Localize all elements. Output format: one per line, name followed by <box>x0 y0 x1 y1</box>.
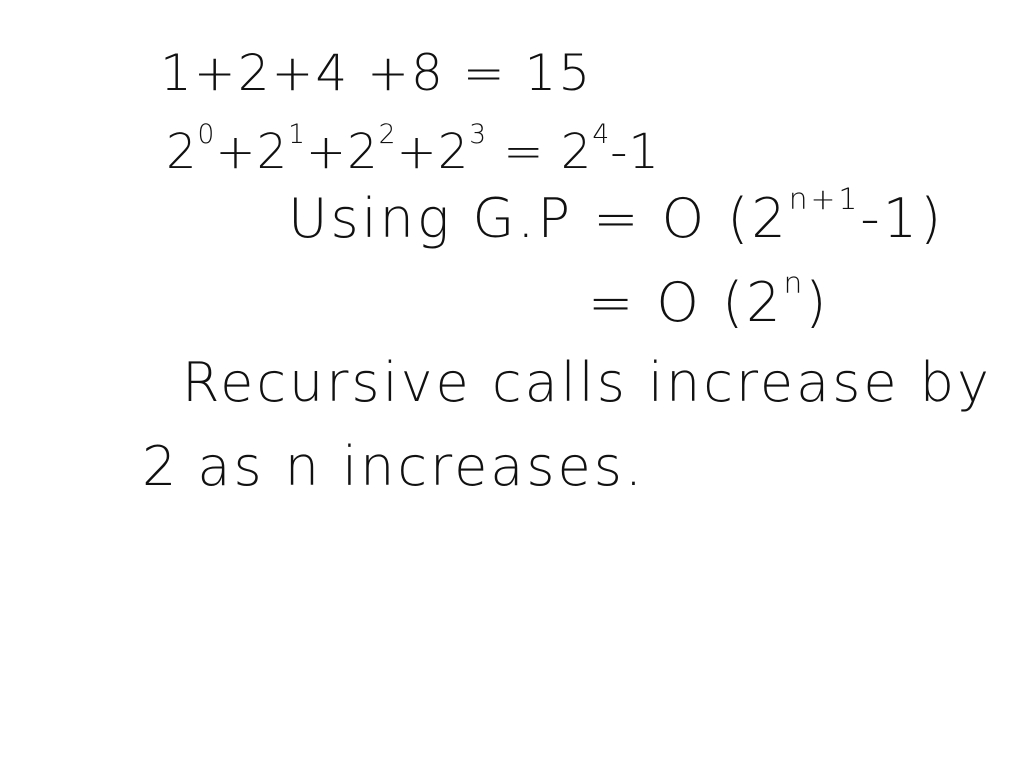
term-exponent: 0 <box>197 118 216 150</box>
gp-complexity-line: Using G.P = O (2n+1-1) <box>288 184 944 246</box>
powers-of-two-equation: 20+21+22+23 = 24-1 <box>166 121 660 176</box>
term-base: 2 <box>347 124 379 180</box>
gp-complexity-tail: -1) <box>860 187 945 250</box>
simplified-exponent: n <box>783 265 806 301</box>
gp-exponent: n+1 <box>788 181 861 217</box>
term-base: 2 <box>166 124 198 180</box>
result-exponent: 4 <box>592 118 611 150</box>
explanation-text: as n increases. <box>197 435 646 498</box>
term-base: 2 <box>256 124 289 180</box>
simplified-complexity-line: = O (2n) <box>588 268 829 330</box>
sum-equation: 1+2+4 +8 = 15 <box>160 44 593 102</box>
term-base: 2 <box>437 124 470 180</box>
plus-operator: + <box>215 124 257 180</box>
plus-operator: + <box>396 124 438 180</box>
term-exponent: 3 <box>469 118 488 150</box>
explanation-line-1: Recursive calls increase by <box>182 351 992 414</box>
result-tail: -1 <box>610 124 660 180</box>
result-base: 2 <box>560 124 593 180</box>
whiteboard-canvas: 1+2+4 +8 = 15 20+21+22+23 = 24-1 Using G… <box>0 0 1024 768</box>
gp-complexity-text: Using G.P = O (2 <box>288 187 789 250</box>
term-exponent: 2 <box>378 118 397 150</box>
equals-operator: = <box>487 124 561 180</box>
explanation-line-2: 2 as n increases. <box>142 440 645 494</box>
simplified-complexity-tail: ) <box>805 271 830 334</box>
plus-operator: + <box>305 124 348 180</box>
simplified-complexity-text: = O (2 <box>588 271 784 334</box>
explanation-factor: 2 <box>142 435 180 498</box>
term-exponent: 1 <box>288 118 306 150</box>
